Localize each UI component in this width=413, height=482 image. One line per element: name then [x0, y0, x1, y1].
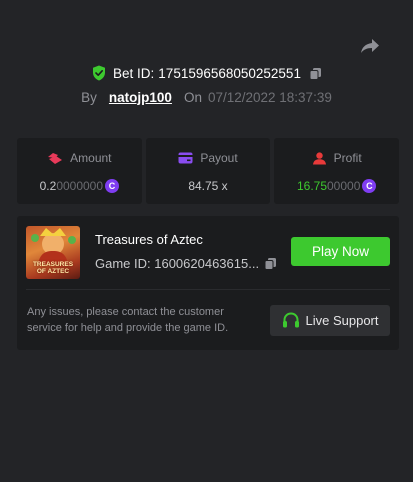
by-label: By — [81, 89, 97, 105]
play-now-button[interactable]: Play Now — [291, 237, 390, 266]
payout-label: Payout — [200, 151, 238, 165]
amount-value-decimals: 0000000 — [56, 179, 104, 193]
profit-label: Profit — [333, 151, 362, 165]
payout-value: 84.75 x — [188, 179, 228, 193]
profit-value-decimals: 00000 — [327, 179, 361, 193]
copy-icon[interactable] — [309, 67, 322, 80]
bet-detail-panel: Bet ID: 1751596568050252551 By natojp100… — [0, 0, 413, 482]
game-title: Treasures of Aztec — [95, 232, 203, 247]
game-thumbnail[interactable]: TREASURES OF AZTEC — [26, 226, 80, 279]
bet-id-label: Bet ID: — [113, 65, 155, 81]
bet-id-row: Bet ID: 1751596568050252551 — [0, 64, 413, 82]
profit-stat: Profit 16.75 00000 C — [274, 138, 400, 204]
shield-check-icon — [92, 65, 106, 81]
amount-value-main: 0.2 — [39, 179, 57, 193]
live-support-label: Live Support — [305, 313, 379, 328]
thumb-label-line2: OF AZTEC — [36, 268, 70, 275]
headset-icon — [282, 312, 300, 329]
bet-stats: Amount 0.2 0000000 C Payout 84.75 x Prof… — [17, 138, 400, 204]
payout-stat: Payout 84.75 x — [145, 138, 271, 204]
amount-label: Amount — [70, 151, 112, 165]
bet-author-row: By natojp100 On 07/12/2022 18:37:39 — [0, 88, 413, 106]
game-id: Game ID: 1600620463615... — [95, 256, 260, 271]
amount-icon — [48, 152, 63, 164]
game-card: TREASURES OF AZTEC Treasures of Aztec Ga… — [17, 216, 399, 350]
divider — [26, 289, 390, 290]
copy-icon[interactable] — [264, 257, 277, 270]
support-text: Any issues, please contact the customer … — [27, 306, 229, 334]
on-label: On — [183, 89, 202, 105]
amount-stat: Amount 0.2 0000000 C — [17, 138, 142, 204]
payout-card-icon — [178, 152, 193, 164]
coin-icon: C — [362, 179, 377, 193]
profit-user-icon — [312, 151, 326, 164]
thumb-label-line1: TREASURES — [32, 261, 74, 268]
live-support-button[interactable]: Live Support — [270, 305, 390, 336]
bet-id-value: 1751596568050252551 — [158, 65, 301, 81]
coin-icon: C — [105, 179, 120, 193]
share-icon[interactable] — [359, 36, 381, 56]
bet-datetime: 07/12/2022 18:37:39 — [207, 89, 332, 105]
username-link[interactable]: natojp100 — [109, 90, 172, 105]
profit-value-main: 16.75 — [296, 179, 327, 193]
game-id-row: Game ID: 1600620463615... — [95, 256, 277, 271]
